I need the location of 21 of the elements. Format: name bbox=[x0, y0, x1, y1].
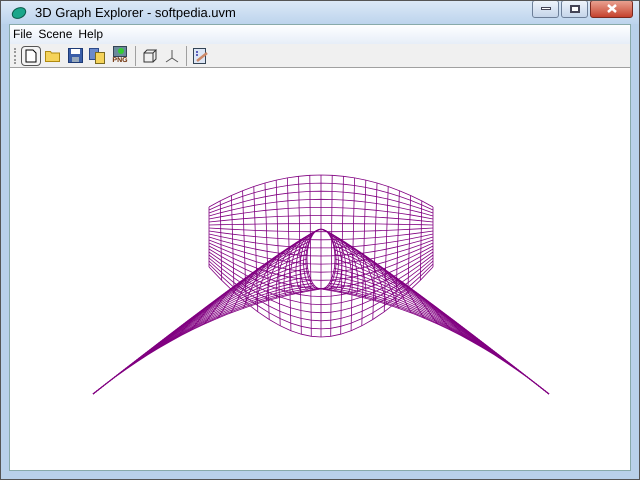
save-button[interactable] bbox=[65, 46, 85, 66]
maximize-icon bbox=[570, 4, 580, 12]
chart-pencil-icon bbox=[193, 48, 209, 64]
menu-item[interactable]: Help bbox=[75, 25, 106, 44]
blank-page-icon bbox=[25, 48, 37, 62]
new-button[interactable] bbox=[21, 46, 41, 66]
maximize-button[interactable] bbox=[561, 1, 588, 18]
cube-icon bbox=[143, 48, 157, 62]
picture-icon bbox=[113, 46, 127, 56]
copy-button[interactable] bbox=[87, 46, 107, 66]
copy-pages-icon bbox=[89, 48, 105, 64]
window-title: 3D Graph Explorer - softpedia.uvm bbox=[35, 4, 236, 22]
axes-icon bbox=[165, 48, 179, 62]
leaf-app-icon bbox=[11, 6, 27, 20]
close-icon bbox=[606, 4, 618, 13]
menu-item[interactable]: Scene bbox=[35, 25, 76, 44]
folder-icon bbox=[45, 49, 61, 62]
menu-item[interactable]: File bbox=[10, 25, 36, 44]
minimize-icon bbox=[540, 7, 550, 10]
minimize-button[interactable] bbox=[532, 1, 559, 18]
close-button[interactable] bbox=[590, 1, 633, 18]
